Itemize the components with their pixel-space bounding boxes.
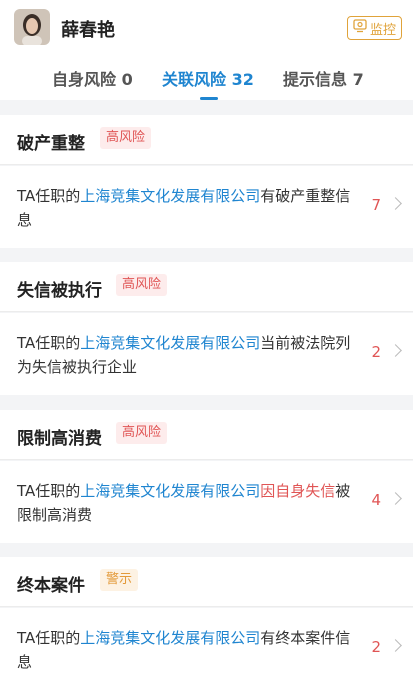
description-prefix: TA任职的 (17, 629, 81, 647)
chevron-right-icon (389, 492, 402, 505)
description-prefix: TA任职的 (17, 482, 81, 500)
risk-count: 2 (371, 638, 381, 656)
monitor-icon (353, 19, 367, 37)
tab-self-risk[interactable]: 自身风险 0 (52, 66, 133, 90)
risk-item-bankruptcy[interactable]: TA任职的上海竞集文化发展有限公司有破产重整信息 7 (0, 166, 413, 248)
chevron-right-icon (389, 344, 402, 357)
person-name: 薛春艳 (61, 20, 115, 41)
risk-tag: 高风险 (100, 127, 152, 149)
company-link[interactable]: 上海竞集文化发展有限公司 (80, 629, 260, 647)
company-link[interactable]: 上海竞集文化发展有限公司 (80, 334, 260, 352)
section-header-consumption-limit: 限制高消费 高风险 (0, 410, 413, 460)
risk-item-consumption-limit[interactable]: TA任职的上海竞集文化发展有限公司因自身失信被限制高消费 4 (0, 461, 413, 543)
section-header-terminated-case: 终本案件 警示 (0, 557, 413, 607)
chevron-right-icon (389, 197, 402, 210)
section-title: 破产重整 (17, 134, 85, 154)
section-title: 失信被执行 (17, 281, 102, 301)
description-prefix: TA任职的 (17, 187, 81, 205)
risk-tag: 高风险 (116, 422, 168, 444)
monitor-button[interactable]: 监控 (347, 16, 402, 40)
tab-hint-info[interactable]: 提示信息 7 (283, 66, 364, 90)
company-link[interactable]: 上海竞集文化发展有限公司 (80, 482, 260, 500)
risk-description: TA任职的上海竞集文化发展有限公司因自身失信被限制高消费 (17, 479, 357, 527)
active-tab-indicator (200, 97, 218, 100)
risk-description: TA任职的上海竞集文化发展有限公司有终本案件信息 (17, 626, 357, 674)
risk-count: 7 (371, 196, 381, 214)
tab-related-risk[interactable]: 关联风险 32 (162, 66, 254, 90)
risk-tag: 高风险 (116, 274, 168, 296)
chevron-right-icon (389, 639, 402, 652)
risk-count: 2 (371, 343, 381, 361)
section-header-bankruptcy: 破产重整 高风险 (0, 115, 413, 165)
avatar[interactable] (14, 9, 50, 45)
section-title: 限制高消费 (17, 429, 102, 449)
section-header-dishonest: 失信被执行 高风险 (0, 262, 413, 312)
company-link[interactable]: 上海竞集文化发展有限公司 (80, 187, 260, 205)
description-highlight: 因自身失信 (260, 482, 336, 500)
risk-description: TA任职的上海竞集文化发展有限公司当前被法院列为失信被执行企业 (17, 331, 357, 379)
risk-count: 4 (371, 491, 381, 509)
risk-description: TA任职的上海竞集文化发展有限公司有破产重整信息 (17, 184, 357, 232)
risk-tag: 警示 (100, 569, 139, 591)
description-prefix: TA任职的 (17, 334, 81, 352)
section-title: 终本案件 (17, 576, 85, 596)
profile-header: 薛春艳 监控 (0, 0, 413, 56)
monitor-label: 监控 (369, 22, 396, 38)
risk-tabs: 自身风险 0 关联风险 32 提示信息 7 (0, 56, 413, 100)
risk-item-terminated-case[interactable]: TA任职的上海竞集文化发展有限公司有终本案件信息 2 (0, 608, 413, 683)
risk-item-dishonest[interactable]: TA任职的上海竞集文化发展有限公司当前被法院列为失信被执行企业 2 (0, 313, 413, 395)
